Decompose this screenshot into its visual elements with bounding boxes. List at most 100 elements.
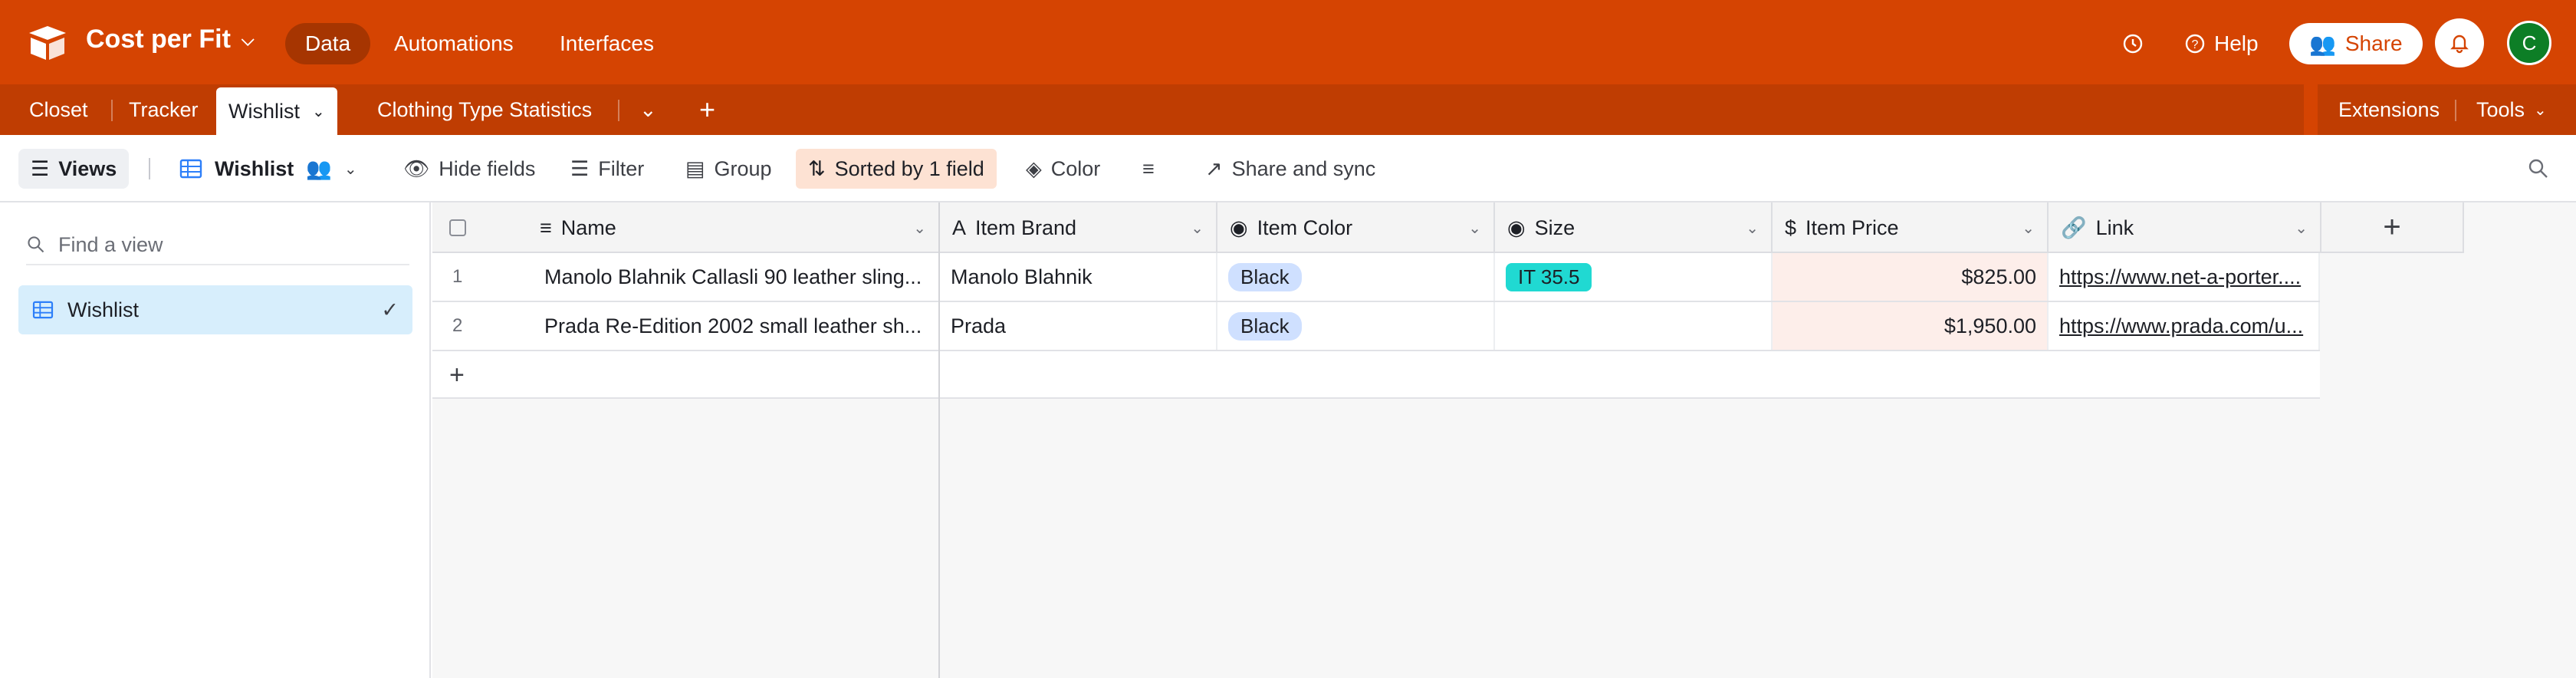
cell-item-price[interactable]: $1,950.00 [1773, 302, 2049, 350]
column-header-link[interactable]: 🔗 Link ⌄ [2049, 202, 2321, 253]
toolbar-divider [149, 158, 150, 179]
help-button[interactable]: ? Help [2183, 23, 2259, 64]
column-header-label: Item Brand [975, 216, 1077, 239]
tab-divider [111, 100, 113, 121]
current-view-button[interactable]: Wishlist 👥 ⌄ [179, 149, 357, 189]
column-header-item-price[interactable]: $ Item Price ⌄ [1773, 202, 2049, 253]
cell-item-brand[interactable]: Manolo Blahnik [940, 253, 1217, 301]
add-record-row[interactable]: + [432, 351, 2320, 399]
cell-item-brand[interactable]: Prada [940, 302, 1217, 350]
color-button[interactable]: ◈ Color [1026, 149, 1100, 189]
link-icon: 🔗 [2061, 216, 2087, 239]
group-button[interactable]: ▤ Group [685, 149, 772, 189]
add-field-plus-icon[interactable]: + [2321, 202, 2464, 253]
single-select-icon: ◉ [1507, 216, 1526, 239]
tab-clothing-type-statistics[interactable]: Clothing Type Statistics [365, 84, 604, 135]
add-table-plus-icon[interactable]: + [687, 84, 728, 135]
hamburger-menu-icon: ☰ [31, 156, 50, 180]
help-icon: ? [2185, 34, 2205, 54]
chevron-down-icon: ⌄ [1468, 219, 1481, 237]
find-view-input[interactable]: Find a view [26, 225, 409, 265]
tab-closet[interactable]: Closet [17, 84, 100, 135]
find-view-placeholder: Find a view [58, 232, 163, 256]
tools-label: Tools [2476, 97, 2525, 121]
all-tables-chevron-icon[interactable]: ⌄ [627, 84, 669, 135]
column-header-label: Item Price [1806, 216, 1899, 239]
cell-name[interactable]: Prada Re-Edition 2002 small leather sh..… [527, 302, 940, 350]
sidebar-view-label: Wishlist [67, 298, 139, 321]
hide-fields-label: Hide fields [439, 156, 536, 180]
tab-wishlist[interactable]: Wishlist ⌄ [216, 87, 337, 135]
text-field-icon: A [952, 216, 967, 239]
checkbox-icon [449, 219, 466, 236]
currency-icon: $ [1785, 216, 1797, 239]
row-number: 1 [452, 266, 463, 287]
grid-view-icon [32, 301, 54, 319]
column-header-item-color[interactable]: ◉ Item Color ⌄ [1217, 202, 1495, 253]
row-height-icon[interactable]: ≡ [1142, 149, 1155, 189]
cell-link[interactable]: https://www.prada.com/u... [2049, 302, 2320, 350]
extensions-button[interactable]: Extensions [2326, 84, 2452, 135]
nav-data[interactable]: Data [285, 23, 371, 64]
sort-label: Sorted by 1 field [834, 156, 984, 180]
sidebar-view-wishlist[interactable]: Wishlist ✓ [18, 285, 412, 334]
base-title-text: Cost per Fit [86, 25, 231, 54]
tab-divider [2455, 100, 2456, 121]
row-number: 2 [452, 315, 463, 336]
chevron-down-icon: ⌄ [913, 219, 926, 237]
checkmark-icon: ✓ [381, 298, 399, 321]
search-icon[interactable] [2527, 149, 2550, 189]
paint-bucket-icon: ◈ [1026, 156, 1042, 180]
tab-strip [0, 84, 2304, 135]
column-header-name[interactable]: ≡ Name ⌄ [527, 202, 940, 253]
frozen-column-divider [938, 202, 940, 678]
cell-item-color[interactable]: Black [1217, 253, 1495, 301]
table-row[interactable]: 2 Prada Re-Edition 2002 small leather sh… [432, 302, 2320, 351]
filter-label: Filter [598, 156, 645, 180]
view-toolbar: ☰ Views Wishlist 👥 ⌄ 👁 Hide fields ☰ Fil… [0, 135, 2576, 202]
table-row[interactable]: 1 Manolo Blahnik Callasli 90 leather sli… [432, 253, 2320, 302]
column-header-label: Name [560, 216, 616, 239]
cell-size[interactable] [1495, 302, 1773, 350]
column-header-size[interactable]: ◉ Size ⌄ [1495, 202, 1773, 253]
color-pill: Black [1228, 262, 1302, 291]
nav-automations[interactable]: Automations [374, 23, 534, 64]
eye-slash-icon: 👁 [403, 157, 430, 180]
chevron-down-icon: ⌄ [2534, 101, 2547, 119]
tab-tracker[interactable]: Tracker [117, 84, 211, 135]
nav-interfaces[interactable]: Interfaces [540, 23, 674, 64]
chevron-down-icon: ⌄ [2022, 219, 2035, 237]
column-header-label: Size [1534, 216, 1576, 239]
sort-arrows-icon: ⇅ [808, 156, 826, 180]
share-sync-button[interactable]: ↗ Share and sync [1205, 149, 1375, 189]
views-sidebar: Find a view Wishlist ✓ [0, 202, 431, 678]
base-title[interactable]: Cost per Fit ⌵ [86, 25, 255, 54]
base-logo-icon[interactable] [26, 23, 69, 63]
cell-size[interactable]: IT 35.5 [1495, 253, 1773, 301]
history-icon[interactable] [2119, 23, 2147, 64]
long-text-icon: ≡ [540, 216, 552, 239]
table-tab-bar: Closet Tracker Wishlist ⌄ Clothing Type … [0, 84, 2576, 135]
chevron-down-icon: ⌄ [1191, 219, 1204, 237]
tools-button[interactable]: Tools ⌄ [2464, 84, 2559, 135]
share-button[interactable]: 👥 Share [2289, 23, 2423, 64]
column-header-label: Item Color [1257, 216, 1353, 239]
views-button[interactable]: ☰ Views [18, 149, 130, 189]
grid-header-row: ≡ Name ⌄ A Item Brand ⌄ ◉ Item Color ⌄ ◉… [432, 202, 2463, 253]
filter-icon: ☰ [570, 156, 590, 180]
cell-item-price[interactable]: $825.00 [1773, 253, 2049, 301]
notifications-bell-icon[interactable] [2435, 18, 2484, 67]
select-all-checkbox[interactable] [432, 202, 527, 253]
external-link-icon: ↗ [1205, 156, 1223, 180]
hide-fields-button[interactable]: 👁 Hide fields [403, 149, 535, 189]
chevron-down-icon: ⌄ [1746, 219, 1759, 237]
filter-button[interactable]: ☰ Filter [570, 149, 644, 189]
help-label: Help [2214, 31, 2259, 55]
cell-name[interactable]: Manolo Blahnik Callasli 90 leather sling… [527, 253, 940, 301]
cell-link[interactable]: https://www.net-a-porter.... [2049, 253, 2320, 301]
column-header-item-brand[interactable]: A Item Brand ⌄ [940, 202, 1217, 253]
cell-item-color[interactable]: Black [1217, 302, 1495, 350]
sort-button[interactable]: ⇅ Sorted by 1 field [796, 149, 997, 189]
grid-view-icon [179, 159, 202, 179]
user-avatar[interactable]: C [2507, 21, 2551, 65]
